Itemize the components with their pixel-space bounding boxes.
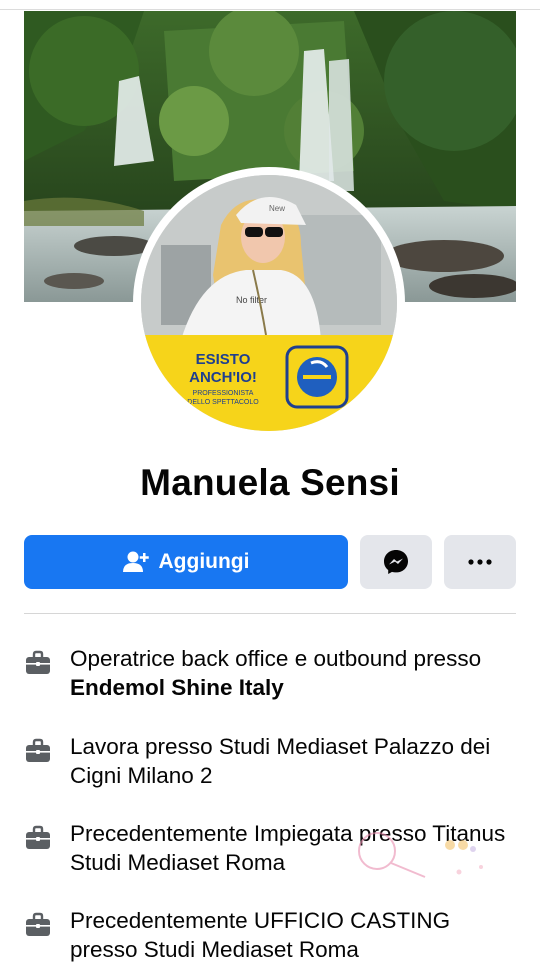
svg-text:No filter: No filter	[236, 295, 267, 305]
briefcase-icon	[26, 738, 50, 762]
briefcase-icon	[26, 825, 50, 849]
badge-line-4: DELLO SPETTACOLO	[187, 399, 259, 406]
watermark-sticker-image	[358, 832, 483, 878]
section-divider	[24, 613, 516, 614]
work-info-text: Precedentemente UFFICIO CASTING presso S…	[70, 908, 451, 962]
top-divider	[0, 9, 540, 10]
briefcase-icon	[26, 912, 50, 936]
add-friend-button[interactable]: Aggiungi	[24, 535, 348, 589]
briefcase-icon	[26, 650, 50, 674]
svg-text:New: New	[269, 204, 285, 213]
add-friend-icon	[122, 551, 149, 572]
profile-picture-frame[interactable]: New No filter ESISTO ANCH'IO! PROFESSION…	[133, 167, 405, 439]
work-info-text: Lavora presso Studi Mediaset Palazzo dei…	[70, 734, 491, 788]
more-options-button[interactable]	[444, 535, 516, 589]
profile-name: Manuela Sensi	[140, 462, 400, 503]
badge-line-1: ESISTO	[196, 351, 251, 368]
messenger-button[interactable]	[360, 535, 432, 589]
add-friend-label: Aggiungi	[158, 550, 250, 573]
profile-picture[interactable]: New No filter ESISTO ANCH'IO! PROFESSION…	[141, 175, 397, 431]
work-info-text: Operatrice back office e outbound presso…	[70, 646, 482, 700]
badge-line-2: ANCH'IO!	[189, 369, 257, 386]
more-icon	[468, 559, 492, 565]
employer-link[interactable]: Endemol Shine Italy	[70, 675, 284, 700]
messenger-icon	[384, 550, 408, 574]
badge-line-3: PROFESSIONISTA	[193, 390, 254, 397]
